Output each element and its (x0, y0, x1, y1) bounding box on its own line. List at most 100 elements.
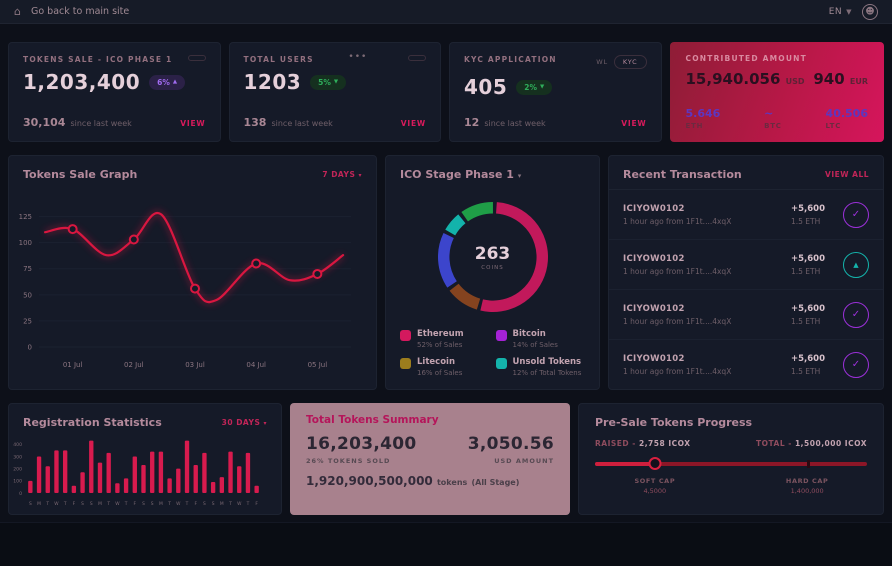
total-tokens-value: 1,920,900,500,000 (306, 474, 433, 488)
legend-item: Ethereum 52% of Sales (400, 329, 490, 349)
legend-caption: 14% of Sales (513, 341, 558, 349)
svg-text:200: 200 (13, 466, 22, 472)
tokens-sold-block: 16,203,400 26% TOKENS SOLD (306, 434, 417, 465)
svg-text:50: 50 (23, 291, 32, 299)
svg-text:02 Jul: 02 Jul (124, 361, 144, 369)
soft-cap-value: 4,5000 (634, 487, 675, 495)
check-icon: ✓ (843, 302, 869, 328)
svg-text:04 Jul: 04 Jul (246, 361, 266, 369)
eth-value: 1.5 ETH (791, 317, 825, 326)
hard-cap-value: 1,400,000 (786, 487, 829, 495)
percent-value: 5% (318, 78, 331, 87)
delta-caption: since last week (271, 119, 332, 128)
total-value: 1,500,000 ICOX (795, 439, 867, 448)
amount-value: +5,600 (791, 254, 825, 264)
tab-kyc[interactable]: KYC (614, 55, 647, 69)
chevron-down-icon: ▾ (518, 172, 522, 180)
range-dropdown-7days[interactable]: 7 DAYS ▾ (322, 170, 362, 179)
stat-card-title: KYC APPLICATION (464, 55, 557, 64)
svg-text:25: 25 (23, 317, 32, 325)
tab-kyc[interactable] (188, 55, 206, 61)
percent-value: 6% (157, 78, 170, 87)
card-title: CONTRIBUTED AMOUNT (686, 54, 869, 63)
amount-value: +5,600 (791, 354, 825, 364)
total-tokens-unit: tokens (437, 478, 467, 487)
raised-label: RAISED - 2,758 ICOX (595, 439, 691, 448)
btc-amount: ~ BTC (764, 107, 782, 130)
transaction-amount: +5,600 1.5 ETH (791, 204, 825, 226)
percent-value: 2% (524, 83, 537, 92)
range-label: 30 DAYS (222, 418, 261, 427)
legend-swatch (400, 358, 411, 369)
summary-values: 16,203,400 26% TOKENS SOLD 3,050.56 USD … (306, 434, 554, 465)
hard-cap-label: HARD CAP 1,400,000 (786, 477, 829, 495)
stat-card-header: TOKENS SALE - ICO PHASE 1 (23, 55, 206, 64)
transaction-id: ICIYOW0102 (623, 254, 731, 264)
percent-badge: 6% ▲ (149, 75, 185, 90)
language-label: EN (829, 7, 842, 17)
transaction-info: ICIYOW0102 1 hour ago from 1F1t....4xqX (623, 204, 731, 226)
svg-text:300: 300 (13, 454, 22, 460)
donut-center: 263 COINS (427, 191, 559, 323)
svg-text:T: T (106, 501, 110, 507)
kyc-wl-tabs: WL KYC (596, 55, 646, 69)
svg-text:T: T (124, 501, 128, 507)
eth-unit: ETH (686, 122, 721, 130)
tab-kyc[interactable] (408, 55, 426, 61)
kyc-wl-tabs (182, 55, 206, 61)
stat-card: KYC APPLICATION WL KYC 405 2% ▼ 12 since… (449, 42, 662, 142)
card-title: Total Tokens Summary (306, 414, 554, 426)
view-button[interactable]: VIEW (401, 119, 426, 128)
back-to-main-site-link[interactable]: Go back to main site (31, 6, 129, 17)
legend-item: Unsold Tokens 12% of Total Tokens (496, 357, 586, 377)
view-button[interactable]: VIEW (180, 119, 205, 128)
legend-item: Bitcoin 14% of Sales (496, 329, 586, 349)
slider-handle[interactable] (648, 457, 661, 470)
transaction-amount: +5,600 1.5 ETH (791, 304, 825, 326)
range-dropdown-30days[interactable]: 30 DAYS ▾ (222, 418, 267, 427)
svg-text:W: W (237, 501, 242, 507)
language-selector[interactable]: EN ▼ (829, 7, 852, 17)
transaction-info: ICIYOW0102 1 hour ago from 1F1t....4xqX (623, 254, 731, 276)
ico-stage-dropdown[interactable]: ICO Stage Phase 1 ▾ (400, 168, 521, 181)
svg-text:05 Jul: 05 Jul (308, 361, 328, 369)
total-tokens-summary-card: Total Tokens Summary 16,203,400 26% TOKE… (290, 403, 570, 515)
fiat-amounts: 15,940.056 USD 940 EUR (686, 70, 869, 88)
panel-title: Registration Statistics (23, 416, 162, 429)
ico-stage-panel: ICO Stage Phase 1 ▾ 263 COINS Ethereum 5… (385, 155, 600, 390)
stat-card-footer: 12 since last week VIEW (464, 116, 647, 129)
stat-card-header: TOTAL USERS ••• (244, 55, 427, 64)
transaction-row[interactable]: ICIYOW0102 1 hour ago from 1F1t....4xqX … (609, 190, 883, 240)
bottom-row: Registration Statistics 30 DAYS ▾ 010020… (8, 403, 884, 515)
transaction-info: ICIYOW0102 1 hour ago from 1F1t....4xqX (623, 304, 731, 326)
view-button[interactable]: VIEW (621, 119, 646, 128)
presale-progress-slider[interactable] (595, 457, 867, 471)
svg-text:F: F (73, 501, 76, 507)
chevron-down-icon: ▾ (358, 172, 362, 179)
amount-value: +5,600 (791, 204, 825, 214)
amount-value: +5,600 (791, 304, 825, 314)
legend-swatch (496, 330, 507, 341)
stat-value-line: 1,203,400 6% ▲ (23, 70, 206, 94)
transaction-row[interactable]: ICIYOW0102 1 hour ago from 1F1t....4xqX … (609, 340, 883, 389)
eth-value: 1.5 ETH (791, 267, 825, 276)
transaction-row[interactable]: ICIYOW0102 1 hour ago from 1F1t....4xqX … (609, 240, 883, 290)
svg-text:F: F (255, 501, 258, 507)
ltc-unit: LTC (826, 122, 868, 130)
recent-transactions-panel: Recent Transaction VIEW ALL ICIYOW0102 1… (608, 155, 884, 390)
panel-title: Recent Transaction (623, 168, 742, 181)
transaction-row[interactable]: ICIYOW0102 1 hour ago from 1F1t....4xqX … (609, 290, 883, 340)
tab-wl[interactable]: WL (596, 58, 608, 66)
transaction-detail: 1 hour ago from 1F1t....4xqX (623, 267, 731, 276)
usd-amount: 15,940.056 USD (686, 70, 805, 88)
home-icon: ⌂ (14, 5, 21, 18)
svg-text:S: S (81, 501, 84, 507)
svg-text:S: S (90, 501, 93, 507)
user-avatar[interactable]: ☻ (862, 4, 878, 20)
svg-text:T: T (228, 501, 232, 507)
view-all-button[interactable]: VIEW ALL (825, 170, 869, 179)
stat-value: 1203 (244, 70, 302, 94)
presale-progress-panel: Pre-Sale Tokens Progress RAISED - 2,758 … (578, 403, 884, 515)
raised-caption: RAISED - (595, 439, 636, 448)
more-options-icon[interactable]: ••• (348, 55, 367, 59)
